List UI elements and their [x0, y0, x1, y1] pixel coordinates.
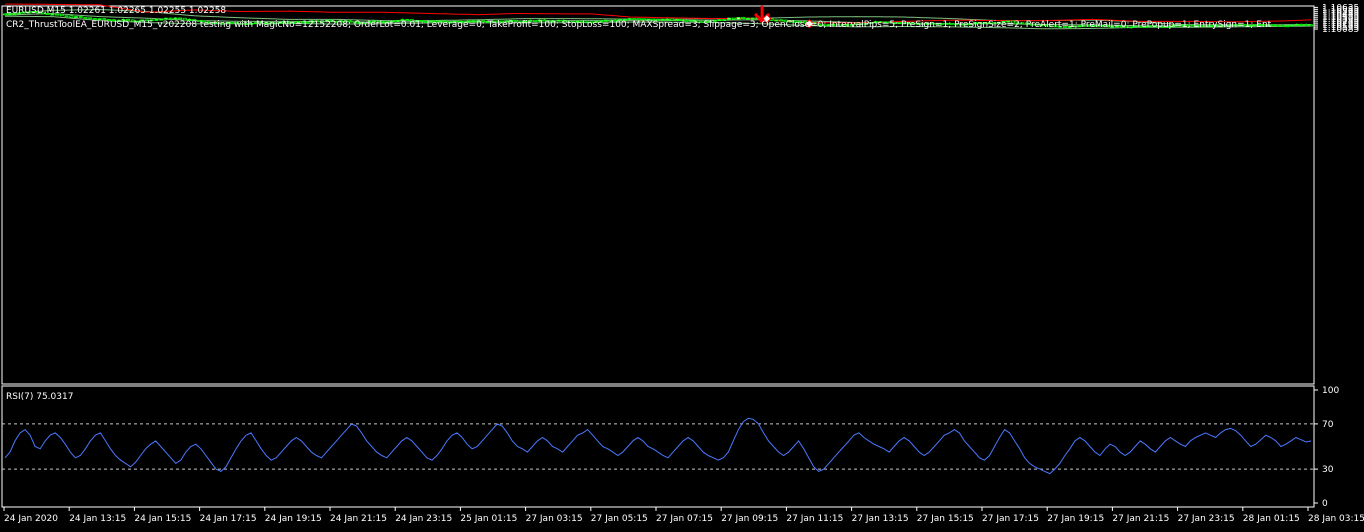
time-tick-label: 28 Jan 01:15	[1243, 514, 1300, 524]
candle-body	[1285, 25, 1290, 28]
candle-body	[1280, 24, 1285, 27]
rsi-tick-label: 70	[1322, 420, 1334, 430]
rsi-tick-label: 0	[1322, 499, 1328, 509]
time-tick-label: 27 Jan 11:15	[786, 514, 843, 524]
time-tick-label: 24 Jan 2020	[4, 514, 58, 524]
candle-body	[1309, 24, 1314, 27]
candle-body	[1299, 23, 1304, 26]
candle-body	[1275, 24, 1280, 27]
time-tick-label: 27 Jan 23:15	[1178, 514, 1235, 524]
rsi-tick-label: 100	[1322, 386, 1339, 396]
rsi-tick-label: 30	[1322, 465, 1334, 475]
candle-body	[750, 17, 755, 20]
rsi-label: RSI(7) 75.0317	[6, 392, 73, 402]
ea-parameters: CR2_ThrustToolEA_EURUSD_M15_v202208 test…	[6, 20, 1272, 30]
candle-body	[741, 17, 746, 19]
time-tick-label: 24 Jan 21:15	[330, 514, 387, 524]
rsi-line	[4, 417, 1312, 475]
time-tick-label: 27 Jan 19:15	[1047, 514, 1104, 524]
time-tick-label: 24 Jan 17:15	[200, 514, 257, 524]
symbol-info: EURUSD,M15 1.02261 1.02265 1.02255 1.022…	[6, 6, 226, 16]
candle-body	[178, 17, 183, 20]
time-tick-label: 24 Jan 23:15	[395, 514, 452, 524]
price-tick-label: 1.10085	[1322, 25, 1359, 35]
candle-body	[1290, 24, 1295, 27]
time-tick-label: 27 Jan 03:15	[526, 514, 583, 524]
time-tick-label: 24 Jan 19:15	[265, 514, 322, 524]
trading-chart[interactable]: 1.10635 1.10585 1.10535 1.10485 1.10435 1.103…	[0, 0, 1364, 528]
time-tick-label: 27 Jan 15:15	[917, 514, 974, 524]
time-tick-label: 24 Jan 13:15	[69, 514, 126, 524]
time-tick-label: 27 Jan 21:15	[1112, 514, 1169, 524]
candle-body	[1304, 24, 1309, 26]
time-tick-label: 27 Jan 13:15	[852, 514, 909, 524]
candle-body	[83, 17, 88, 19]
time-tick-label: 28 Jan 03:15	[1308, 514, 1364, 524]
time-tick-label: 27 Jan 17:15	[982, 514, 1039, 524]
candle-body	[69, 15, 74, 18]
time-tick-label: 24 Jan 15:15	[134, 514, 191, 524]
main-pane-frame	[1, 5, 1315, 385]
candle-body	[1271, 24, 1276, 27]
candle-body	[73, 16, 78, 18]
time-tick-label: 25 Jan 01:15	[460, 514, 517, 524]
time-tick-label: 27 Jan 07:15	[656, 514, 713, 524]
candle-body	[173, 17, 178, 20]
chart-canvas[interactable]: 1.106351.105851.105351.104851.104351.103…	[0, 0, 1364, 528]
candle-body	[78, 16, 83, 18]
candle-body	[88, 17, 93, 20]
candle-body	[736, 17, 741, 20]
time-tick-label: 27 Jan 05:15	[591, 514, 648, 524]
candle-body	[1294, 23, 1299, 26]
time-tick-label: 27 Jan 09:15	[721, 514, 778, 524]
